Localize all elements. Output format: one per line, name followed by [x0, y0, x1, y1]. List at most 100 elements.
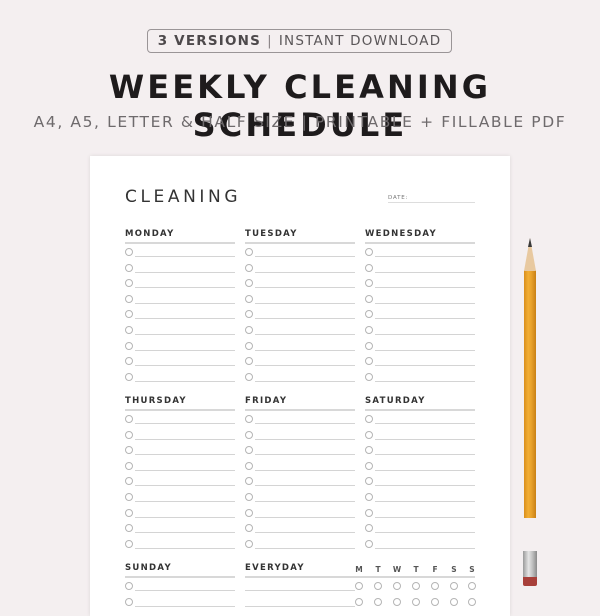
- task-checkbox[interactable]: [245, 341, 253, 350]
- task-checkbox[interactable]: [365, 248, 373, 256]
- task-line[interactable]: [135, 287, 235, 289]
- task-line[interactable]: [255, 302, 355, 304]
- task-line[interactable]: [375, 365, 475, 367]
- task-line[interactable]: [255, 365, 355, 367]
- task-line[interactable]: [135, 318, 235, 320]
- task-line[interactable]: [375, 287, 475, 289]
- task-line[interactable]: [255, 334, 355, 335]
- task-line[interactable]: [135, 256, 235, 257]
- everyday-checkbox[interactable]: [412, 582, 420, 590]
- task-line[interactable]: [135, 516, 235, 518]
- task-checkbox[interactable]: [245, 508, 253, 517]
- task-line[interactable]: [255, 516, 355, 518]
- task-checkbox[interactable]: [365, 263, 373, 272]
- task-checkbox[interactable]: [365, 508, 373, 517]
- task-line[interactable]: [135, 469, 235, 471]
- task-line[interactable]: [135, 334, 235, 335]
- task-line[interactable]: [255, 256, 355, 257]
- everyday-checkbox[interactable]: [450, 597, 458, 606]
- everyday-task-line[interactable]: [245, 590, 355, 591]
- everyday-checkbox[interactable]: [355, 582, 363, 590]
- task-line[interactable]: [255, 380, 355, 382]
- everyday-checkbox[interactable]: [468, 597, 476, 606]
- task-line[interactable]: [135, 423, 235, 424]
- task-checkbox[interactable]: [125, 326, 133, 334]
- task-line[interactable]: [135, 501, 235, 502]
- everyday-checkbox[interactable]: [374, 597, 382, 606]
- task-checkbox[interactable]: [245, 263, 253, 272]
- task-checkbox[interactable]: [125, 493, 133, 501]
- task-checkbox[interactable]: [365, 341, 373, 350]
- task-checkbox[interactable]: [245, 461, 253, 470]
- task-line[interactable]: [135, 271, 235, 273]
- task-checkbox[interactable]: [365, 539, 373, 548]
- task-checkbox[interactable]: [365, 415, 373, 423]
- task-checkbox[interactable]: [125, 294, 133, 303]
- task-line[interactable]: [255, 501, 355, 502]
- everyday-checkbox[interactable]: [431, 597, 439, 606]
- task-line[interactable]: [375, 423, 475, 424]
- task-line[interactable]: [255, 287, 355, 289]
- task-line[interactable]: [375, 454, 475, 456]
- task-line[interactable]: [375, 349, 475, 351]
- task-line[interactable]: [375, 469, 475, 471]
- task-line[interactable]: [255, 454, 355, 456]
- task-line[interactable]: [255, 485, 355, 487]
- task-line[interactable]: [135, 438, 235, 440]
- task-line[interactable]: [375, 380, 475, 382]
- everyday-checkbox[interactable]: [393, 582, 401, 590]
- task-checkbox[interactable]: [125, 508, 133, 517]
- task-line[interactable]: [135, 590, 235, 591]
- task-line[interactable]: [375, 334, 475, 335]
- task-checkbox[interactable]: [125, 341, 133, 350]
- task-checkbox[interactable]: [245, 430, 253, 439]
- task-checkbox[interactable]: [125, 582, 133, 590]
- task-checkbox[interactable]: [125, 372, 133, 381]
- task-checkbox[interactable]: [125, 539, 133, 548]
- task-line[interactable]: [375, 271, 475, 273]
- everyday-checkbox[interactable]: [393, 597, 401, 606]
- task-line[interactable]: [135, 349, 235, 351]
- task-line[interactable]: [375, 516, 475, 518]
- task-checkbox[interactable]: [245, 294, 253, 303]
- task-checkbox[interactable]: [125, 430, 133, 439]
- task-line[interactable]: [375, 256, 475, 257]
- task-line[interactable]: [135, 547, 235, 549]
- everyday-task-line[interactable]: [245, 605, 355, 607]
- task-line[interactable]: [135, 380, 235, 382]
- task-checkbox[interactable]: [125, 248, 133, 256]
- task-line[interactable]: [135, 605, 235, 607]
- task-checkbox[interactable]: [245, 415, 253, 423]
- task-checkbox[interactable]: [245, 539, 253, 548]
- task-line[interactable]: [255, 547, 355, 549]
- task-checkbox[interactable]: [245, 372, 253, 381]
- everyday-checkbox[interactable]: [468, 582, 476, 590]
- task-checkbox[interactable]: [365, 372, 373, 381]
- everyday-checkbox[interactable]: [374, 582, 382, 590]
- task-line[interactable]: [255, 318, 355, 320]
- task-checkbox[interactable]: [125, 415, 133, 423]
- task-line[interactable]: [255, 271, 355, 273]
- task-line[interactable]: [135, 532, 235, 534]
- date-field[interactable]: [388, 202, 475, 203]
- everyday-checkbox[interactable]: [355, 597, 363, 606]
- task-checkbox[interactable]: [125, 263, 133, 272]
- task-checkbox[interactable]: [365, 493, 373, 501]
- task-line[interactable]: [375, 485, 475, 487]
- task-line[interactable]: [255, 469, 355, 471]
- task-line[interactable]: [375, 532, 475, 534]
- task-line[interactable]: [255, 532, 355, 534]
- everyday-checkbox[interactable]: [412, 597, 420, 606]
- task-checkbox[interactable]: [245, 493, 253, 501]
- task-checkbox[interactable]: [125, 597, 133, 606]
- task-checkbox[interactable]: [245, 248, 253, 256]
- everyday-checkbox[interactable]: [450, 582, 458, 590]
- task-line[interactable]: [375, 438, 475, 440]
- task-line[interactable]: [375, 547, 475, 549]
- task-checkbox[interactable]: [245, 326, 253, 334]
- task-line[interactable]: [255, 423, 355, 424]
- task-checkbox[interactable]: [365, 326, 373, 334]
- task-line[interactable]: [255, 438, 355, 440]
- everyday-checkbox[interactable]: [431, 582, 439, 590]
- task-line[interactable]: [375, 501, 475, 502]
